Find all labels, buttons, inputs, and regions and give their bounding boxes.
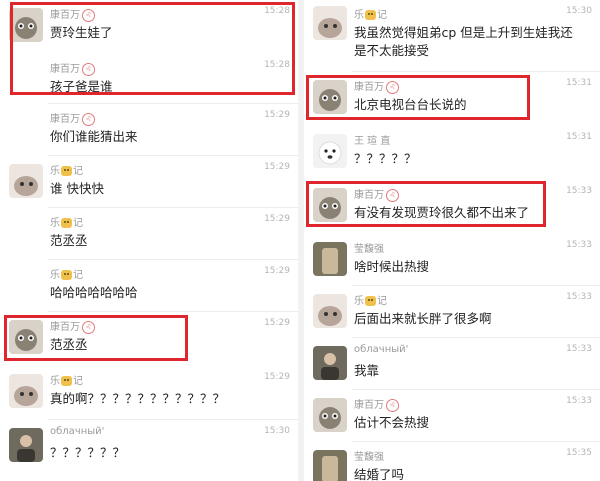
- sender-name: 乐乐记记: [50, 166, 83, 177]
- highlight-box: [10, 2, 295, 95]
- message-text: 啥时候出热搜: [354, 259, 430, 274]
- cat-avatar-icon: [9, 374, 43, 408]
- message-time: 15:29: [264, 266, 290, 276]
- message-time: 15:29: [264, 110, 290, 120]
- avatar[interactable]: [9, 428, 43, 462]
- person-avatar-icon: [9, 428, 43, 462]
- cat-emoji-icon: [61, 376, 72, 386]
- avatar[interactable]: [9, 374, 43, 408]
- avatar[interactable]: [313, 242, 347, 276]
- chat-message[interactable]: 王 瑄 直 15:31 ？？？？？: [304, 126, 600, 180]
- message-text: ？？？？？？: [50, 445, 126, 460]
- avatar[interactable]: [313, 346, 347, 380]
- message-text: 谁 快快快: [50, 181, 104, 196]
- message-time: 15:29: [264, 214, 290, 224]
- message-time: 15:33: [566, 396, 592, 406]
- avatar[interactable]: [313, 398, 347, 432]
- dog-avatar-icon: [313, 134, 347, 168]
- chat-message[interactable]: 康百万 ♌ 15:33 估计不会热搜: [304, 390, 600, 442]
- cat-avatar-icon: [313, 6, 347, 40]
- chat-message[interactable]: 乐乐记记 15:29 谁 快快快: [0, 156, 298, 208]
- message-text: 结婚了吗: [354, 467, 405, 481]
- cat-emoji-icon: [365, 10, 376, 20]
- cat-avatar-icon: [313, 294, 347, 328]
- sender-name: 乐乐记记: [50, 270, 83, 281]
- highlight-box: [306, 181, 546, 227]
- sender-name: облачный': [50, 426, 105, 437]
- sender-name: 康百万 ♌: [50, 110, 95, 126]
- sender-name: 康百万 ♌: [354, 396, 399, 412]
- message-time: 15:29: [264, 318, 290, 328]
- message-time: 15:33: [566, 240, 592, 250]
- chat-message[interactable]: 康百万 ♌ 15:29 你们谁能猜出来: [0, 104, 298, 156]
- message-time: 15:29: [264, 372, 290, 382]
- message-time: 15:30: [264, 426, 290, 436]
- chat-message[interactable]: 乐乐记记 15:29 范丞丞: [0, 208, 298, 260]
- person-avatar-icon: [313, 346, 347, 380]
- message-text: 范丞丞: [50, 233, 88, 248]
- sender-name: 莹馥强: [354, 452, 384, 463]
- person-avatar-icon: [313, 242, 347, 276]
- chat-message[interactable]: 乐乐记记 15:33 后面出来就长胖了很多啊: [304, 286, 600, 338]
- message-time: 15:31: [566, 78, 592, 88]
- chat-message[interactable]: облачный' 15:33 我靠: [304, 338, 600, 390]
- message-text: ？？？？？: [354, 151, 417, 166]
- message-text: 哈哈哈哈哈哈哈: [50, 285, 138, 300]
- sender-name: 乐乐记记: [50, 376, 83, 387]
- sender-name: 王 瑄 直: [354, 136, 391, 147]
- chat-message[interactable]: 莹馥强 15:35 结婚了吗: [304, 442, 600, 481]
- avatar[interactable]: [313, 134, 347, 168]
- chat-message[interactable]: 乐乐记记 15:29 真的啊？？？？？？？？？？？: [0, 366, 298, 420]
- cat-avatar-icon: [313, 398, 347, 432]
- cat-emoji-icon: [61, 166, 72, 176]
- avatar[interactable]: [9, 164, 43, 198]
- left-chat-panel: 康百万 ♌ 15:28 贾玲生娃了 康百万 ♌ 15:28 孩子爸是谁 康百万 ♌ 1…: [0, 0, 298, 481]
- sender-name: 莹馥强: [354, 244, 384, 255]
- chat-message[interactable]: 乐乐记记 15:29 哈哈哈哈哈哈哈: [0, 260, 298, 312]
- sender-name: 乐乐记记: [50, 218, 83, 229]
- sender-name: 乐乐记记: [354, 10, 387, 21]
- right-chat-panel: 乐乐记记 15:30 我虽然觉得姐弟cp 但是上升到生娃我还是不太能接受 康百万…: [304, 0, 600, 481]
- person-avatar-icon: [313, 450, 347, 481]
- zodiac-badge-icon: ♌: [82, 112, 95, 126]
- message-text: 后面出来就长胖了很多啊: [354, 311, 492, 326]
- message-text: 我虽然觉得姐弟cp 但是上升到生娃我还是不太能接受: [354, 25, 573, 58]
- sender-name: 乐乐记记: [354, 296, 387, 307]
- message-text: 真的啊？？？？？？？？？？？: [50, 391, 226, 406]
- avatar[interactable]: [313, 294, 347, 328]
- avatar[interactable]: [313, 6, 347, 40]
- message-time: 15:30: [566, 6, 592, 16]
- cat-emoji-icon: [365, 296, 376, 306]
- cat-avatar-icon: [9, 164, 43, 198]
- avatar[interactable]: [313, 450, 347, 481]
- message-time: 15:33: [566, 186, 592, 196]
- message-time: 15:31: [566, 132, 592, 142]
- message-time: 15:29: [264, 162, 290, 172]
- chat-message[interactable]: 莹馥强 15:33 啥时候出热搜: [304, 234, 600, 286]
- message-text: 估计不会热搜: [354, 415, 430, 430]
- sender-name: облачный': [354, 344, 409, 355]
- message-text: 你们谁能猜出来: [50, 129, 138, 144]
- message-time: 15:35: [566, 448, 592, 458]
- message-time: 15:33: [566, 344, 592, 354]
- message-text: 我靠: [354, 363, 380, 378]
- highlight-box: [306, 75, 530, 120]
- chat-message[interactable]: облачный' 15:30 ？？？？？？: [0, 420, 298, 481]
- message-time: 15:33: [566, 292, 592, 302]
- zodiac-badge-icon: ♌: [386, 398, 399, 412]
- cat-emoji-icon: [61, 218, 72, 228]
- cat-emoji-icon: [61, 270, 72, 280]
- chat-message[interactable]: 乐乐记记 15:30 我虽然觉得姐弟cp 但是上升到生娃我还是不太能接受: [304, 0, 600, 72]
- highlight-box: [4, 315, 188, 361]
